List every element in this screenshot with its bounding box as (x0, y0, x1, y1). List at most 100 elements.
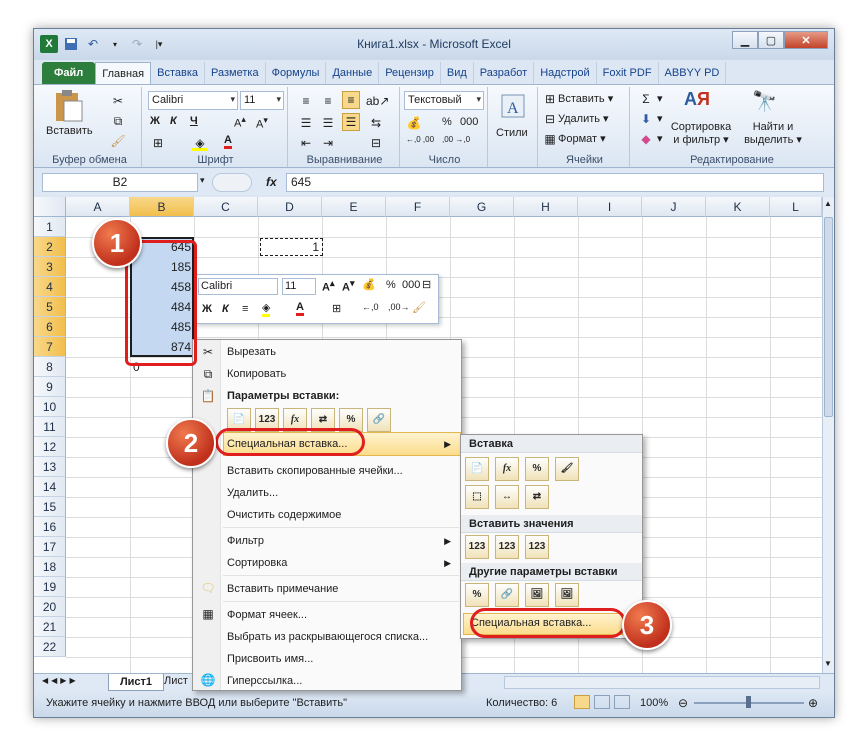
borders-icon[interactable]: ⊞ (150, 135, 166, 151)
italic-button[interactable]: К (170, 115, 177, 127)
copy-icon[interactable]: ⧉ (110, 113, 126, 129)
submenu-values-number-icon[interactable]: 123 (495, 535, 519, 559)
submenu-transpose-icon[interactable]: ⇄ (525, 485, 549, 509)
styles-icon[interactable]: A (500, 93, 526, 122)
row-header[interactable]: 2 (34, 237, 66, 257)
row-header[interactable]: 21 (34, 617, 66, 637)
mini-percent-button[interactable]: % (386, 279, 396, 291)
menu-filter[interactable]: Фильтр ▶ (227, 531, 457, 551)
row-header[interactable]: 12 (34, 437, 66, 457)
tab-home[interactable]: Главная (95, 62, 152, 84)
row-header[interactable]: 22 (34, 637, 66, 657)
mini-format-painter-icon[interactable]: 🖌 (412, 301, 426, 314)
tab-view[interactable]: Вид (441, 62, 474, 84)
mini-bold-button[interactable]: Ж (202, 303, 212, 315)
column-header[interactable]: I (578, 197, 642, 217)
align-top-icon[interactable]: ≡ (298, 93, 314, 109)
font-size-combo[interactable]: 11 (240, 91, 284, 110)
page-layout-view-icon[interactable] (594, 695, 610, 709)
name-box-dropdown-icon[interactable]: ▾ (200, 175, 205, 186)
find-select-button[interactable]: Найти и выделить ▾ (738, 121, 808, 146)
submenu-keep-source-icon[interactable]: 🖌 (555, 457, 579, 481)
menu-clear[interactable]: Очистить содержимое (227, 505, 457, 525)
decrease-font-icon[interactable]: A▾ (256, 115, 268, 131)
column-header[interactable]: E (322, 197, 386, 217)
paste-link-icon[interactable]: 🔗 (367, 408, 391, 432)
zoom-level[interactable]: 100% (640, 697, 668, 709)
column-header[interactable]: C (194, 197, 258, 217)
styles-button[interactable]: Стили (496, 127, 528, 139)
row-header[interactable]: 9 (34, 377, 66, 397)
mini-align-center-icon[interactable]: ≡ (242, 303, 248, 315)
formula-bar-divider[interactable] (212, 173, 252, 192)
submenu-formulas-number-icon[interactable]: % (525, 457, 549, 481)
sheet-nav-icon[interactable]: ◀◀▶▶ (42, 676, 79, 685)
increase-indent-icon[interactable]: ⇥ (320, 135, 336, 151)
column-header[interactable]: G (450, 197, 514, 217)
thousands-button[interactable]: 000 (460, 116, 478, 128)
align-center-icon[interactable]: ☰ (320, 115, 336, 131)
font-color-icon[interactable]: A (224, 134, 232, 149)
orientation-icon[interactable]: ab↗ (366, 93, 389, 109)
zoom-out-icon[interactable]: ⊖ (678, 696, 688, 710)
row-header[interactable]: 8 (34, 357, 66, 377)
increase-decimal-button[interactable]: ←,0 ,00 (406, 135, 438, 144)
close-button[interactable]: ✕ (784, 31, 828, 49)
align-bottom-icon[interactable]: ≡ (342, 91, 360, 109)
row-header[interactable]: 13 (34, 457, 66, 477)
row-header[interactable]: 16 (34, 517, 66, 537)
sort-filter-button[interactable]: Сортировка и фильтр ▾ (666, 121, 736, 146)
row-header[interactable]: 11 (34, 417, 66, 437)
scroll-up-icon[interactable]: ▲ (824, 199, 833, 211)
menu-insert-copied[interactable]: Вставить скопированные ячейки... (227, 461, 457, 481)
mini-decrease-font-icon[interactable]: A▾ (342, 278, 355, 294)
column-header[interactable]: D (258, 197, 322, 217)
menu-format-cells[interactable]: Формат ячеек... (227, 605, 457, 625)
horizontal-scrollbar[interactable] (504, 676, 820, 689)
column-header[interactable]: A (66, 197, 130, 217)
column-header[interactable]: H (514, 197, 578, 217)
delete-cells-button[interactable]: ⊟ Удалить ▾ (542, 111, 609, 127)
mini-increase-decimal-icon[interactable]: ←,0 (362, 302, 379, 312)
sort-filter-icon[interactable]: АЯ (684, 89, 710, 110)
align-right-icon[interactable]: ☰ (342, 113, 360, 131)
row-header[interactable]: 1 (34, 217, 66, 237)
cut-icon[interactable]: ✂ (110, 93, 126, 109)
format-painter-icon[interactable]: 🖌 (110, 133, 126, 149)
wrap-text-icon[interactable]: ⇆ (368, 115, 384, 131)
bold-button[interactable]: Ж (150, 115, 160, 127)
clear-icon[interactable]: ◆ ▾ (638, 131, 662, 147)
row-header[interactable]: 6 (34, 317, 66, 337)
select-all-corner[interactable] (34, 197, 66, 217)
menu-delete[interactable]: Удалить... (227, 483, 457, 503)
fill-icon[interactable]: ⬇ ▾ (638, 111, 663, 127)
tab-foxit[interactable]: Foxit PDF (597, 62, 659, 84)
normal-view-icon[interactable] (574, 695, 590, 709)
submenu-paste-icon[interactable]: 📄 (465, 457, 489, 481)
menu-pick-list[interactable]: Выбрать из раскрывающегося списка... (227, 627, 457, 647)
sheet-tab-2[interactable]: Лист (164, 675, 188, 687)
sheet-tab[interactable]: Лист1 (108, 674, 164, 691)
submenu-values-icon[interactable]: 123 (465, 535, 489, 559)
scroll-thumb[interactable] (824, 217, 833, 417)
scroll-down-icon[interactable]: ▼ (824, 659, 833, 671)
menu-insert-comment[interactable]: Вставить примечание (227, 579, 457, 599)
increase-font-icon[interactable]: A▴ (234, 114, 246, 130)
tab-addins[interactable]: Надстрой (534, 62, 597, 84)
tab-file[interactable]: Файл (42, 62, 96, 84)
align-middle-icon[interactable]: ≡ (320, 93, 336, 109)
submenu-no-borders-icon[interactable]: ⬚ (465, 485, 489, 509)
mini-size-combo[interactable]: 11 (282, 278, 316, 295)
mini-font-combo[interactable]: Calibri (198, 278, 278, 295)
row-header[interactable]: 7 (34, 337, 66, 357)
row-header[interactable]: 20 (34, 597, 66, 617)
mini-currency-icon[interactable]: 💰 (362, 278, 376, 291)
decrease-decimal-button[interactable]: ,00 →,0 (442, 135, 474, 144)
tab-review[interactable]: Рецензир (379, 62, 441, 84)
tab-formulas[interactable]: Формулы (266, 62, 327, 84)
mini-fill-color-icon[interactable]: ◈ (262, 301, 271, 317)
insert-cells-button[interactable]: ⊞ Вставить ▾ (542, 91, 613, 107)
column-header[interactable]: J (642, 197, 706, 217)
menu-copy[interactable]: Копировать (227, 364, 457, 384)
row-header[interactable]: 19 (34, 577, 66, 597)
